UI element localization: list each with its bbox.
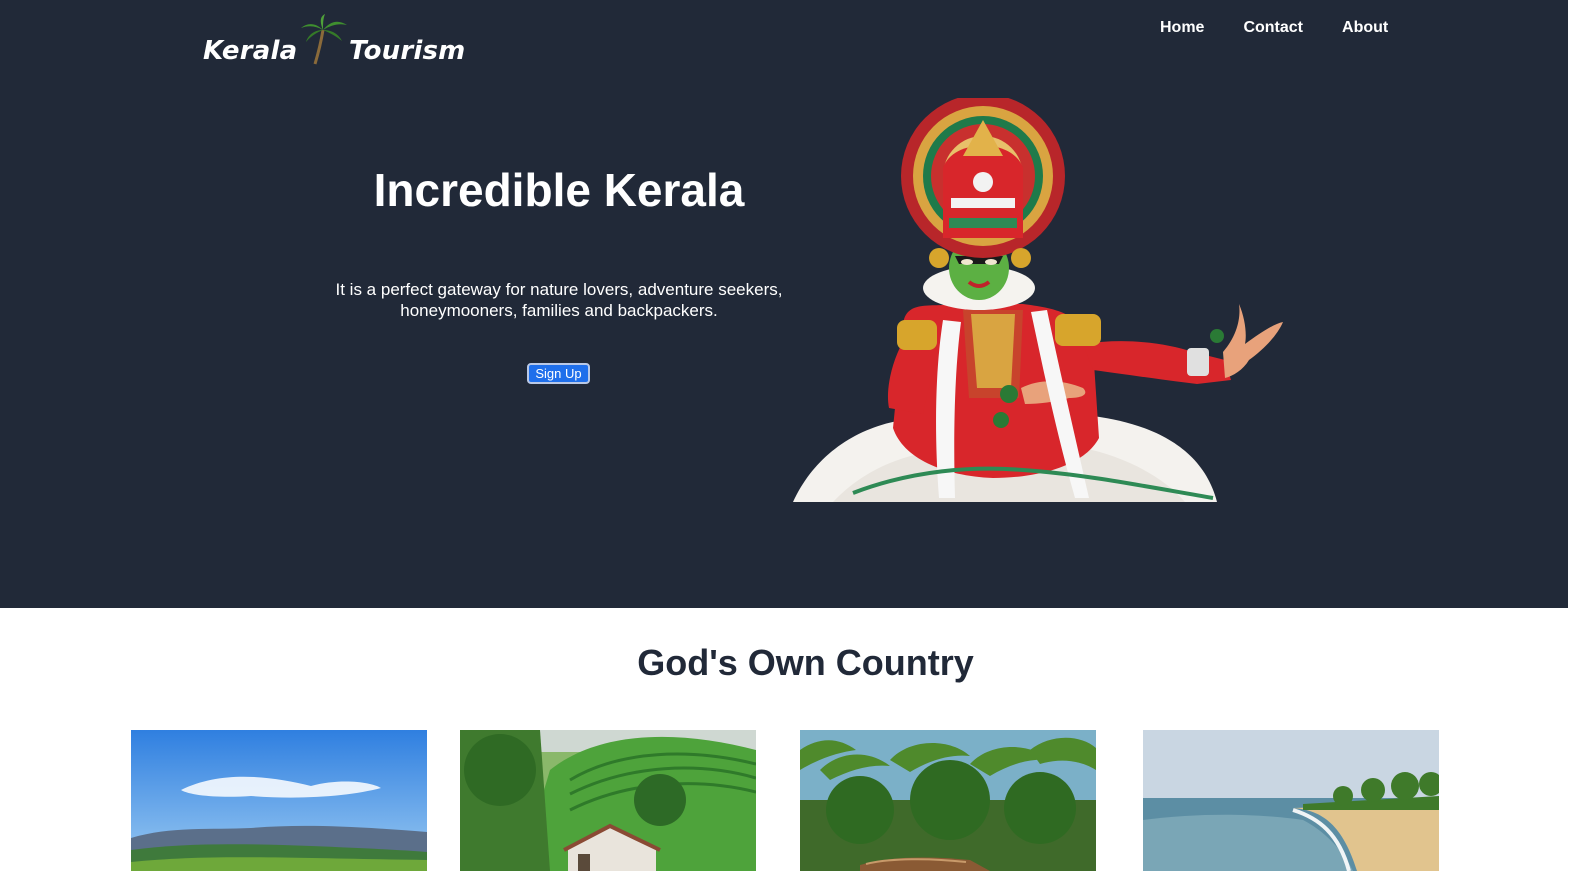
page-scrollbar[interactable] <box>1568 0 1591 884</box>
nav-about-link[interactable]: About <box>1342 18 1388 38</box>
logo-word-tourism: Tourism <box>349 36 466 66</box>
sign-up-button[interactable]: Sign Up <box>527 363 590 384</box>
logo-word-kerala: Kerala <box>203 36 298 66</box>
hero-description-line-2: honeymooners, families and backpackers. <box>400 301 718 320</box>
card-beach-image[interactable] <box>1143 730 1439 871</box>
nav-contact-link[interactable]: Contact <box>1243 18 1303 38</box>
card-coconut-palms-image[interactable] <box>800 730 1096 871</box>
hero-description-line-1: It is a perfect gateway for nature lover… <box>335 280 783 299</box>
main-nav: Home Contact About <box>1160 18 1427 38</box>
kathakali-dancer-image <box>793 94 1285 502</box>
section-title: God's Own Country <box>637 642 974 683</box>
card-hills-image[interactable] <box>131 730 427 871</box>
nav-home-link[interactable]: Home <box>1160 18 1204 38</box>
site-logo[interactable]: Kerala Tourism <box>203 14 466 74</box>
card-tea-plantation-image[interactable] <box>460 730 756 871</box>
hero-title: Incredible Kerala <box>373 164 745 216</box>
hero-section: Kerala Tourism Home Contact About Incred… <box>0 0 1568 608</box>
hero-description: It is a perfect gateway for nature lover… <box>290 279 828 321</box>
palm-tree-icon <box>299 14 349 71</box>
